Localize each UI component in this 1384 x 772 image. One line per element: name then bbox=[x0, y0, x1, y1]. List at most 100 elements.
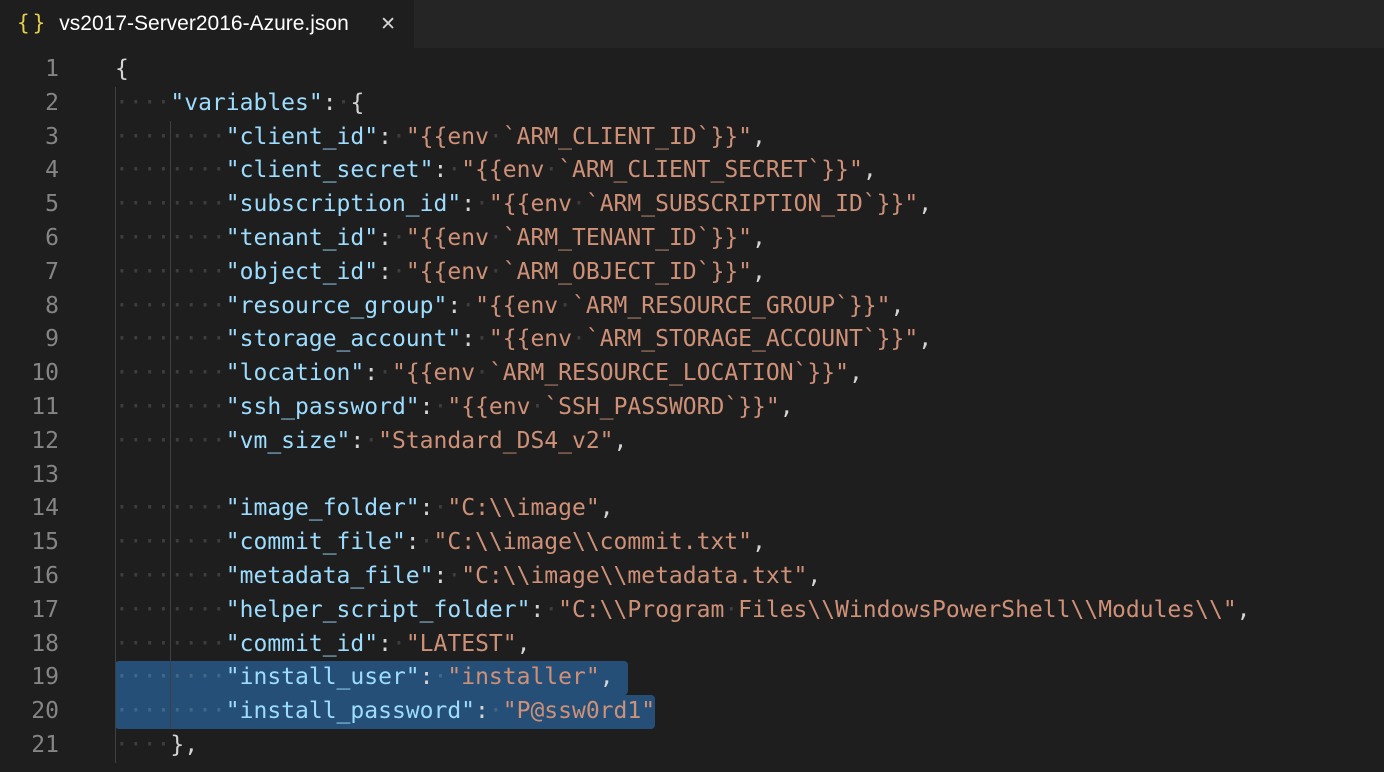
code-area[interactable]: 1{2····"variables":·{3········"client_id… bbox=[0, 53, 1384, 763]
code-line-content[interactable]: ········"subscription_id":·"{{env·`ARM_S… bbox=[115, 188, 932, 222]
whitespace-dots: ········ bbox=[115, 597, 226, 623]
code-line[interactable]: 21 ····}, bbox=[0, 729, 1384, 763]
code-line-content[interactable]: ····"variables":·{ bbox=[115, 87, 364, 121]
code-line[interactable]: 15 ········"commit_file":·"C:\\image\\com… bbox=[0, 526, 1384, 560]
line-number[interactable]: 7 bbox=[0, 256, 59, 290]
code-token: : bbox=[378, 259, 392, 285]
code-line-content[interactable]: ········"commit_file":·"C:\\image\\commi… bbox=[115, 526, 766, 560]
code-line-content[interactable]: ········"client_id":·"{{env·`ARM_CLIENT_… bbox=[115, 121, 766, 155]
code-token: : bbox=[378, 631, 392, 657]
code-token: "subscription_id" bbox=[226, 191, 461, 217]
tab-title: vs2017-Server2016-Azure.json bbox=[59, 12, 376, 36]
code-token: { bbox=[350, 90, 364, 116]
code-line-content[interactable]: ········"install_user":·"installer", bbox=[115, 661, 628, 695]
code-line[interactable]: 3········"client_id":·"{{env·`ARM_CLIENT… bbox=[0, 121, 1384, 155]
whitespace-dots: ········ bbox=[115, 293, 226, 319]
whitespace-dots: · bbox=[489, 124, 503, 150]
code-line[interactable]: 12 ········"vm_size":·"Standard_DS4_v2", bbox=[0, 425, 1384, 459]
line-number[interactable]: 20 bbox=[0, 695, 59, 729]
line-number[interactable]: 17 bbox=[0, 594, 59, 628]
code-token: , bbox=[517, 631, 531, 657]
whitespace-dots: · bbox=[475, 360, 489, 386]
line-number[interactable]: 4 bbox=[0, 154, 59, 188]
code-token: "{{env bbox=[489, 191, 572, 217]
code-line-content[interactable]: ········"client_secret":·"{{env·`ARM_CLI… bbox=[115, 154, 877, 188]
code-line-content[interactable]: ········"object_id":·"{{env·`ARM_OBJECT_… bbox=[115, 256, 766, 290]
whitespace-dots: ···· bbox=[115, 90, 170, 116]
whitespace-dots: ········ bbox=[115, 428, 226, 454]
code-editor[interactable]: 1{2····"variables":·{3········"client_id… bbox=[0, 48, 1384, 772]
whitespace-dots: ···· bbox=[115, 732, 170, 758]
line-number[interactable]: 11 bbox=[0, 391, 59, 425]
code-line-content[interactable]: ········"storage_account":·"{{env·`ARM_S… bbox=[115, 323, 932, 357]
code-line-content[interactable]: ····}, bbox=[115, 729, 198, 763]
code-line[interactable]: 20 ········"install_password":·"P@ssw0rd1… bbox=[0, 695, 1384, 729]
line-number[interactable]: 2 bbox=[0, 87, 59, 121]
line-number[interactable]: 9 bbox=[0, 323, 59, 357]
whitespace-dots: · bbox=[489, 225, 503, 251]
whitespace-dots: · bbox=[434, 495, 448, 521]
code-line-content[interactable]: ········"ssh_password":·"{{env·`SSH_PASS… bbox=[115, 391, 794, 425]
whitespace-dots: · bbox=[461, 293, 475, 319]
line-number[interactable]: 13 bbox=[0, 459, 59, 493]
line-number[interactable]: 15 bbox=[0, 526, 59, 560]
whitespace-dots: ········ bbox=[115, 698, 226, 724]
code-line[interactable]: 10 ········"location":·"{{env·`ARM_RESOUR… bbox=[0, 357, 1384, 391]
line-number[interactable]: 10 bbox=[0, 357, 59, 391]
line-number[interactable]: 8 bbox=[0, 290, 59, 324]
line-number[interactable]: 19 bbox=[0, 661, 59, 695]
code-token: `ARM_STORAGE_ACCOUNT`}}" bbox=[586, 326, 918, 352]
code-token: "commit_id" bbox=[226, 631, 378, 657]
code-line-content[interactable]: ········"image_folder":·"C:\\image", bbox=[115, 492, 614, 526]
whitespace-dots: ········ bbox=[115, 360, 226, 386]
code-token: , bbox=[780, 394, 794, 420]
code-line[interactable]: 13 bbox=[0, 459, 1384, 493]
line-number[interactable]: 18 bbox=[0, 628, 59, 662]
code-line[interactable]: 2 ····"variables":·{ bbox=[0, 87, 1384, 121]
code-line[interactable]: 14 ········"image_folder":·"C:\\image", bbox=[0, 492, 1384, 526]
close-tab-icon[interactable]: ✕ bbox=[376, 11, 400, 37]
line-number[interactable]: 6 bbox=[0, 222, 59, 256]
code-line[interactable]: 19 ········"install_user":·"installer", bbox=[0, 661, 1384, 695]
line-number[interactable]: 3 bbox=[0, 121, 59, 155]
code-line[interactable]: 7 ········"object_id":·"{{env·`ARM_OBJECT… bbox=[0, 256, 1384, 290]
code-token: `ARM_OBJECT_ID`}}" bbox=[503, 259, 752, 285]
whitespace-dots: · bbox=[392, 124, 406, 150]
line-number[interactable]: 16 bbox=[0, 560, 59, 594]
code-line[interactable]: 4 ········"client_secret":·"{{env·`ARM_CL… bbox=[0, 154, 1384, 188]
code-line[interactable]: 6 ········"tenant_id":·"{{env·`ARM_TENANT… bbox=[0, 222, 1384, 256]
code-line-content[interactable]: ········"resource_group":·"{{env·`ARM_RE… bbox=[115, 290, 904, 324]
code-line-content[interactable]: ········"install_password":·"P@ssw0rd1" bbox=[115, 695, 655, 729]
code-token: "{{env bbox=[406, 225, 489, 251]
code-line[interactable]: 11 ········"ssh_password":·"{{env·`SSH_PA… bbox=[0, 391, 1384, 425]
code-token: "C:\\Program bbox=[558, 597, 724, 623]
line-number[interactable]: 5 bbox=[0, 188, 59, 222]
code-line[interactable]: 18 ········"commit_id":·"LATEST", bbox=[0, 628, 1384, 662]
code-line-content[interactable]: ········"helper_script_folder":·"C:\\Pro… bbox=[115, 594, 1251, 628]
line-number[interactable]: 21 bbox=[0, 729, 59, 763]
whitespace-dots: · bbox=[447, 157, 461, 183]
whitespace-dots: ········ bbox=[115, 259, 226, 285]
line-number[interactable]: 12 bbox=[0, 425, 59, 459]
code-line-content[interactable]: ········"vm_size":·"Standard_DS4_v2", bbox=[115, 425, 627, 459]
tab-vs2017-server2016-azure-json[interactable]: {} vs2017-Server2016-Azure.json ✕ bbox=[0, 0, 414, 48]
code-line-content[interactable]: ········"location":·"{{env·`ARM_RESOURCE… bbox=[115, 357, 863, 391]
code-token: "install_password" bbox=[226, 698, 475, 724]
code-line[interactable]: 1{ bbox=[0, 53, 1384, 87]
code-line[interactable]: 17 ········"helper_script_folder":·"C:\\P… bbox=[0, 594, 1384, 628]
code-line[interactable]: 8 ········"resource_group":·"{{env·`ARM_R… bbox=[0, 290, 1384, 324]
whitespace-dots: ········ bbox=[115, 664, 226, 690]
whitespace-dots: · bbox=[434, 394, 448, 420]
code-token: : bbox=[530, 597, 544, 623]
line-number[interactable]: 1 bbox=[0, 53, 59, 87]
line-number[interactable]: 14 bbox=[0, 492, 59, 526]
code-line[interactable]: 16 ········"metadata_file":·"C:\\image\\m… bbox=[0, 560, 1384, 594]
code-line-content[interactable]: ········"metadata_file":·"C:\\image\\met… bbox=[115, 560, 821, 594]
code-line-content[interactable]: ········"commit_id":·"LATEST", bbox=[115, 628, 530, 662]
code-line-content[interactable]: { bbox=[115, 53, 129, 87]
code-token: "C:\\image\\metadata.txt" bbox=[461, 563, 807, 589]
code-line[interactable]: 9 ········"storage_account":·"{{env·`ARM_… bbox=[0, 323, 1384, 357]
code-line[interactable]: 5 ········"subscription_id":·"{{env·`ARM_… bbox=[0, 188, 1384, 222]
code-line-content[interactable]: ········"tenant_id":·"{{env·`ARM_TENANT_… bbox=[115, 222, 766, 256]
code-token: "object_id" bbox=[226, 259, 378, 285]
